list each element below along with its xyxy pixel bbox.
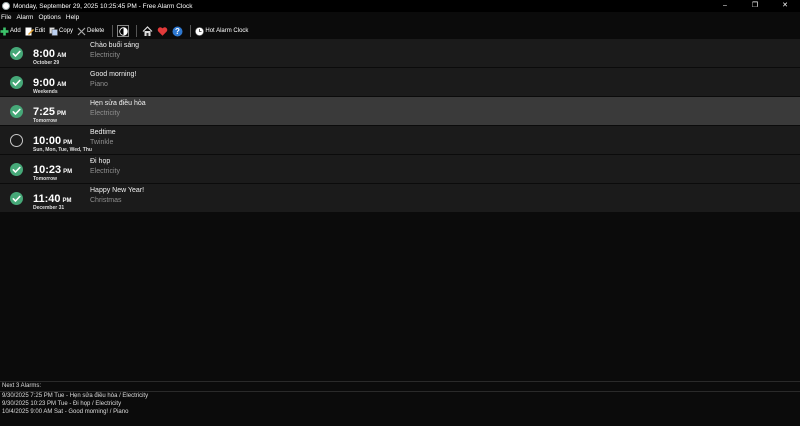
menu-help[interactable]: Help (65, 13, 82, 23)
enabled-check-icon[interactable] (10, 163, 23, 176)
alarm-row[interactable]: 10:00 PM Sun, Mon, Tue, Wed, Thu Bedtime Twi… (0, 126, 800, 155)
enabled-check-icon[interactable] (10, 47, 23, 60)
close-button[interactable]: ✕ (770, 0, 800, 12)
copy-icon (49, 26, 58, 36)
alarm-repeat: October 29 (33, 60, 60, 66)
alarm-ampm: PM (57, 111, 67, 117)
alarm-ampm: PM (63, 169, 73, 175)
alarm-ampm: PM (63, 140, 73, 146)
next-alarm-line: 9/30/2025 10:23 PM Tue - Đi họp / Electr… (2, 401, 122, 407)
alarm-repeat: December 31 (33, 205, 65, 211)
delete-x-icon (77, 27, 86, 36)
alarm-time-value: 11:40 (33, 193, 61, 205)
footer-divider (0, 391, 800, 392)
menu-alarm[interactable]: Alarm (15, 13, 36, 23)
next-alarm-line: 10/4/2025 9:00 AM Sat - Good morning! / … (2, 409, 129, 415)
enabled-check-icon[interactable] (10, 76, 23, 89)
alarm-row[interactable]: 8:00 AM October 29 Chào buổi sáng Electricit… (0, 39, 800, 68)
menu-options[interactable]: Options (37, 13, 63, 23)
alarm-sound: Piano (90, 81, 108, 88)
edit-label: Edit (34, 28, 46, 34)
copy-label: Copy (59, 28, 74, 34)
help-icon[interactable]: ? (171, 25, 183, 37)
window-controls: – ❐ ✕ (710, 0, 800, 12)
next-alarms-title: Next 3 Alarms: (2, 383, 42, 389)
menu-file[interactable]: File (0, 13, 14, 23)
add-label: Add (10, 28, 21, 34)
maximize-button[interactable]: ❐ (740, 0, 770, 12)
hot-alarm-clock-label: Hot Alarm Clock (205, 28, 249, 34)
alarm-sound: Electricity (90, 52, 120, 59)
window-title: Monday, September 29, 2025 10:25:45 PM -… (13, 2, 193, 10)
alarm-label: Đi họp (90, 158, 111, 165)
alarm-row[interactable]: 11:40 PM December 31 Happy New Year! Christm… (0, 184, 800, 213)
alarm-label: Chào buổi sáng (90, 42, 140, 49)
title-bar: Monday, September 29, 2025 10:25:45 PM -… (0, 0, 800, 12)
home-icon[interactable] (141, 25, 153, 37)
alarm-repeat: Weekends (33, 89, 58, 95)
next-alarm-line: 9/30/2025 7:25 PM Tue - Hẹn sửa điều hòa… (2, 393, 149, 399)
clock-icon (195, 26, 205, 36)
delete-button[interactable]: Delete (77, 27, 104, 36)
hot-alarm-clock-button[interactable]: Hot Alarm Clock (195, 26, 249, 36)
alarm-sound: Electricity (90, 168, 120, 175)
menu-bar: File Alarm Options Help (0, 13, 83, 23)
disabled-circle-icon[interactable] (10, 134, 23, 147)
toolbar-separator (112, 25, 114, 37)
alarm-label: Bedtime (90, 129, 116, 136)
alarm-repeat: Sun, Mon, Tue, Wed, Thu (33, 147, 92, 153)
delete-label: Delete (87, 28, 105, 34)
alarm-repeat: Tomorrow (33, 118, 58, 124)
pencil-icon (25, 27, 34, 36)
toolbar: Add Edit Copy Delete ? Hot Alarm Clock (0, 23, 800, 39)
enabled-check-icon[interactable] (10, 192, 23, 205)
toolbar-separator (190, 25, 192, 37)
toolbar-separator (136, 25, 138, 37)
alarm-time-value: 7:25 (33, 106, 56, 118)
minimize-button[interactable]: – (710, 0, 740, 12)
alarm-ampm: AM (57, 53, 67, 59)
alarm-ampm: PM (62, 198, 72, 204)
add-button[interactable]: Add (0, 27, 21, 36)
alarm-time-value: 10:00 (33, 135, 62, 147)
enabled-check-icon[interactable] (10, 105, 23, 118)
alarm-sound: Christmas (90, 197, 122, 204)
plus-icon (0, 27, 9, 36)
heart-icon[interactable] (156, 25, 168, 37)
copy-button[interactable]: Copy (49, 26, 74, 36)
alarm-label: Good morning! (90, 71, 137, 78)
alarm-row[interactable]: 10:23 PM Tomorrow Đi họp Electricity (0, 155, 800, 184)
alarm-sound: Twinkle (90, 139, 114, 146)
alarm-time-value: 9:00 (33, 77, 56, 89)
contrast-theme-icon[interactable] (117, 25, 130, 37)
svg-text:?: ? (175, 27, 180, 36)
alarm-list: 8:00 AM October 29 Chào buổi sáng Electricit… (0, 39, 800, 213)
alarm-label: Hẹn sửa điều hòa (90, 100, 146, 107)
alarm-time-value: 8:00 (33, 48, 56, 60)
alarm-repeat: Tomorrow (33, 176, 58, 182)
alarm-label: Happy New Year! (90, 187, 145, 194)
clock-app-icon (2, 2, 10, 10)
alarm-time-value: 10:23 (33, 164, 62, 176)
alarm-ampm: AM (57, 82, 67, 88)
alarm-sound: Electricity (90, 110, 120, 117)
edit-button[interactable]: Edit (25, 27, 45, 36)
alarm-row[interactable]: 7:25 PM Tomorrow Hẹn sửa điều hòa Electricit… (0, 97, 800, 126)
footer-divider (0, 381, 800, 382)
alarm-row[interactable]: 9:00 AM Weekends Good morning! Piano (0, 68, 800, 97)
